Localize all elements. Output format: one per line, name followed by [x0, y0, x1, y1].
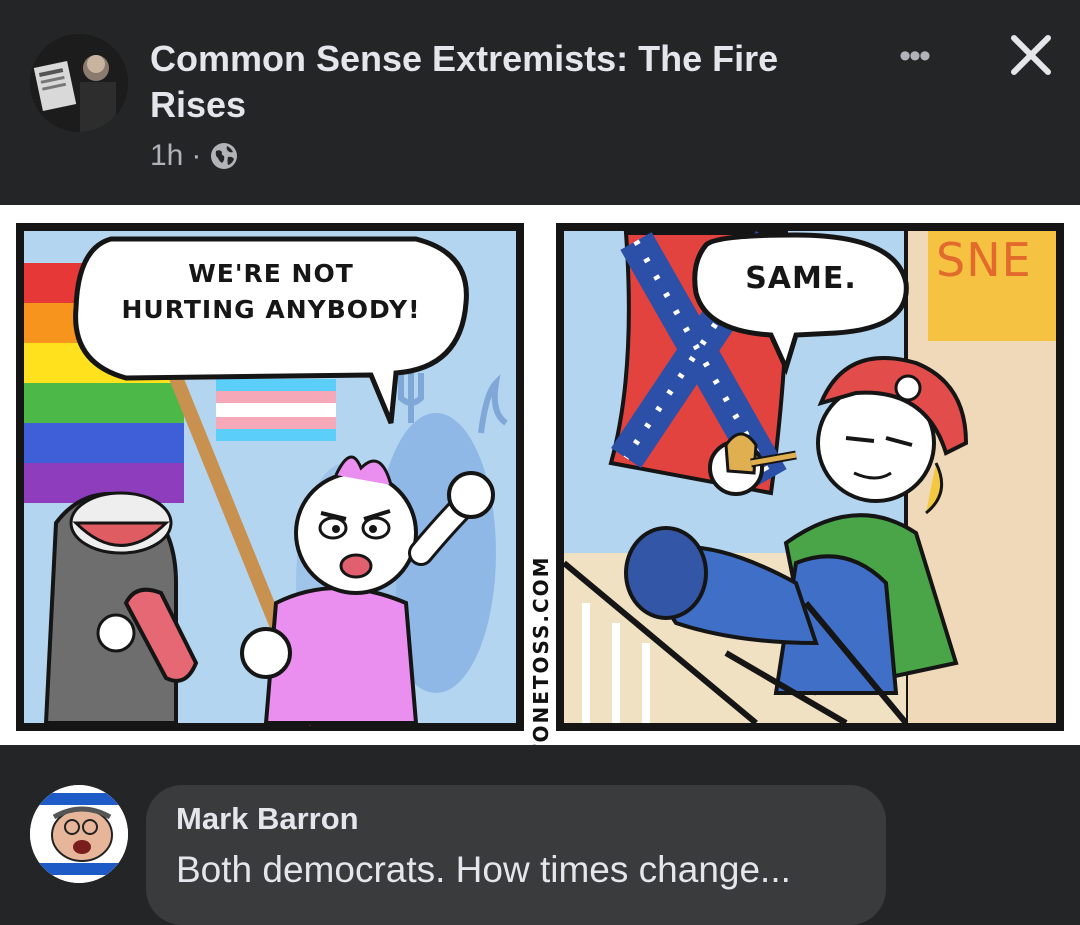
close-icon[interactable] — [1006, 30, 1056, 80]
post-timestamp[interactable]: 1h — [150, 139, 183, 173]
comment-section: Mark Barron Both democrats. How times ch… — [0, 745, 1080, 925]
globe-icon — [211, 143, 238, 169]
post-meta: 1h · — [150, 138, 239, 174]
post-header: Common Sense Extremists: The Fire Rises … — [0, 0, 1080, 205]
watermark-text: STONETOSS.COM — [529, 555, 553, 775]
more-options-button[interactable]: ••• — [884, 36, 944, 76]
comment-text: Both democrats. How times change... — [176, 849, 791, 890]
meta-separator: · — [191, 139, 202, 172]
page-avatar[interactable] — [30, 34, 128, 132]
comment-author-name[interactable]: Mark Barron — [176, 801, 359, 837]
comic-panel-right: SAME. SNE — [556, 223, 1064, 731]
page-title[interactable]: Common Sense Extremists: The Fire Rises — [150, 36, 850, 128]
storefront-sign: SNE — [936, 233, 1032, 287]
left-speech-line1: WE'RE NOT — [188, 259, 354, 288]
post-image[interactable]: WE'RE NOT HURTING ANYBODY! STONETOSS.COM — [0, 205, 1080, 775]
comment-author-avatar[interactable] — [30, 785, 128, 883]
comic-panel-left: WE'RE NOT HURTING ANYBODY! — [16, 223, 524, 731]
right-speech: SAME. — [745, 261, 857, 296]
left-speech-line2: HURTING ANYBODY! — [121, 295, 421, 324]
comment-bubble[interactable]: Mark Barron Both democrats. How times ch… — [146, 785, 886, 925]
right-panel-art — [562, 230, 1056, 726]
